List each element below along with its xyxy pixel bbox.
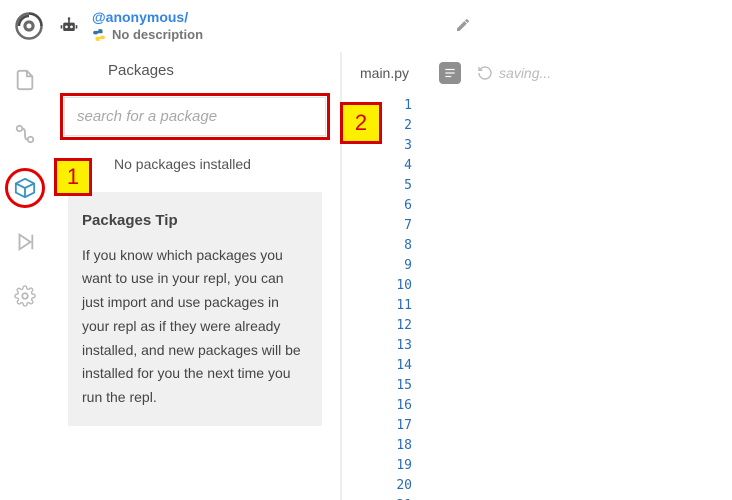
line-number: 20 [342,476,412,496]
editor-pane: main.py saving... 1234567891011121314151… [342,52,732,500]
line-number: 12 [342,316,412,336]
no-packages-text: No packages installed [56,154,334,176]
edit-icon[interactable] [455,17,471,36]
line-number: 13 [342,336,412,356]
line-number: 9 [342,256,412,276]
editor-tabs: main.py saving... [342,52,732,94]
line-number: 10 [342,276,412,296]
save-status-text: saving... [499,65,551,81]
annotation-callout-1: 1 [54,158,92,196]
save-status: saving... [477,65,551,81]
line-number: 11 [342,296,412,316]
line-gutter: 123456789101112131415161718192021 [342,94,422,500]
line-number: 16 [342,396,412,416]
line-number: 14 [342,356,412,376]
line-number: 4 [342,156,412,176]
package-search-input[interactable] [64,97,326,136]
packages-panel: Packages No packages installed Packages … [50,52,340,500]
annotation-box-search [60,93,330,140]
username-link[interactable]: @anonymous [92,9,184,25]
line-number: 6 [342,196,412,216]
line-number: 7 [342,216,412,236]
tip-body: If you know which packages you want to u… [82,244,308,411]
editor-body[interactable]: 123456789101112131415161718192021 [342,94,732,500]
line-number: 17 [342,416,412,436]
line-number: 15 [342,376,412,396]
packages-tab-icon[interactable] [11,174,39,202]
breadcrumb-slash: / [184,9,188,25]
files-tab-icon[interactable] [11,66,39,94]
line-number: 8 [342,236,412,256]
line-number: 18 [342,436,412,456]
tip-box: Packages Tip If you know which packages … [68,192,322,426]
history-icon [477,65,493,81]
left-sidebar [0,52,50,500]
vcs-tab-icon[interactable] [11,120,39,148]
settings-tab-icon[interactable] [11,282,39,310]
annotation-circle-packages [5,168,45,208]
python-icon [92,28,106,42]
header-meta: @anonymous/ No description [92,8,203,43]
headers-icon[interactable] [439,62,461,84]
description-text: No description [112,27,203,44]
line-number: 5 [342,176,412,196]
logo-icon [12,9,46,43]
annotation-callout-2: 2 [340,102,382,144]
line-number: 19 [342,456,412,476]
panel-title: Packages [56,62,334,79]
code-area[interactable] [422,94,732,500]
editor-filename[interactable]: main.py [360,65,409,81]
line-number: 21 [342,496,412,500]
header: @anonymous/ No description [0,0,732,52]
run-tab-icon[interactable] [11,228,39,256]
owner-icon [58,15,80,37]
tip-title: Packages Tip [82,208,308,234]
